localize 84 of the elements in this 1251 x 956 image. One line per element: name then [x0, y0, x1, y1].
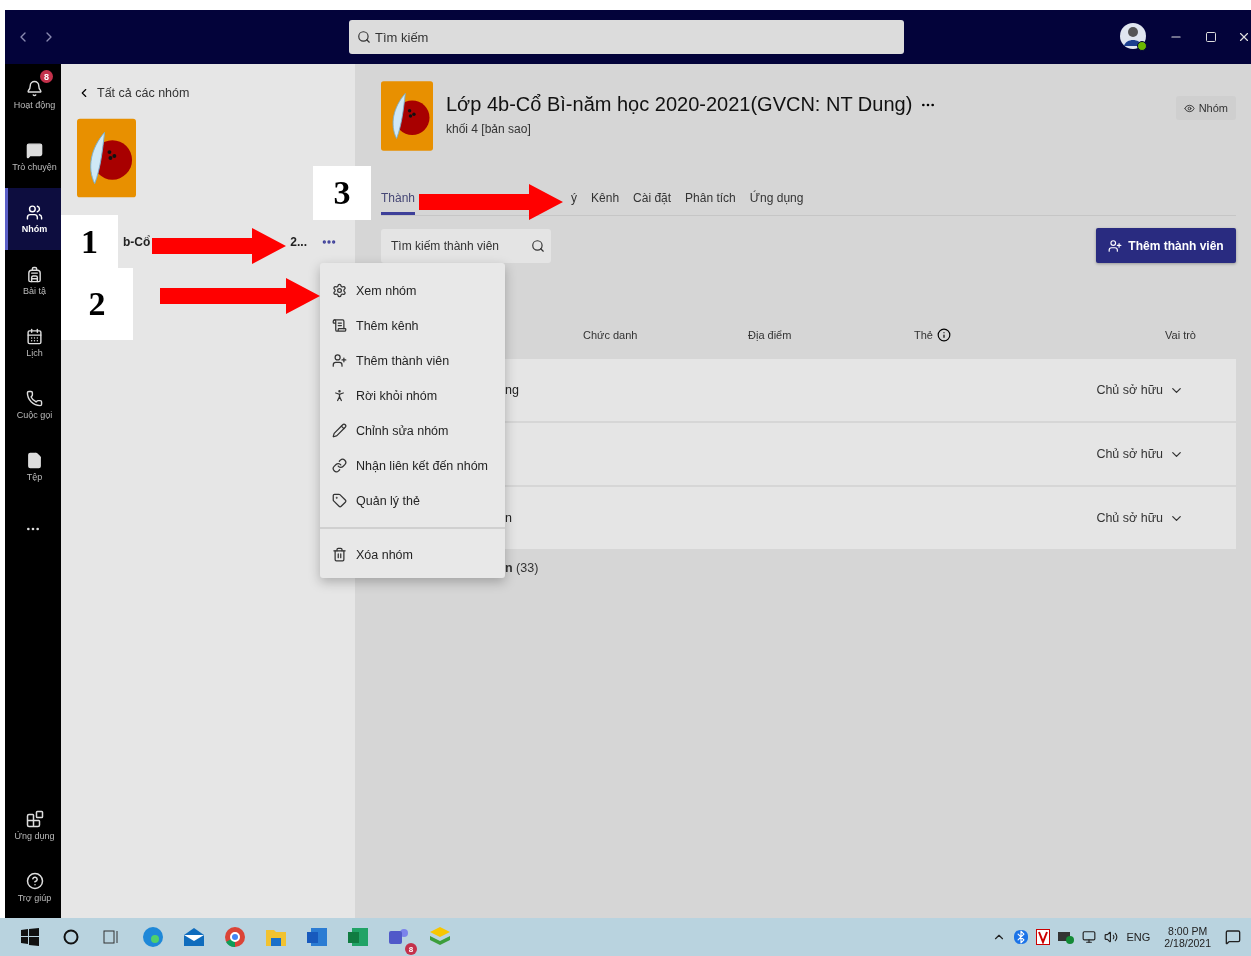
- member-name: ng: [505, 383, 519, 397]
- backpack-icon: [26, 266, 43, 283]
- link-icon: [332, 458, 347, 473]
- folder-icon[interactable]: [265, 927, 287, 947]
- phone-icon: [26, 390, 43, 407]
- privacy-label: Nhóm: [1198, 102, 1228, 114]
- tab[interactable]: Ứng dụng: [749, 191, 804, 215]
- role-dropdown[interactable]: Chủ sở hữu: [1096, 511, 1163, 525]
- notification-icon[interactable]: [1225, 929, 1241, 945]
- team-app-icon[interactable]: [388, 927, 410, 947]
- step-number: 1: [61, 215, 118, 268]
- menu-item[interactable]: Thêm thành viên: [320, 343, 505, 378]
- windows-icon[interactable]: [21, 928, 39, 946]
- menu-item[interactable]: Chỉnh sửa nhóm: [320, 413, 505, 448]
- team-title: Lớp 4b-Cổ Bì-năm học 2020-2021(GVCN: NT Dung): [446, 93, 913, 116]
- menu-item[interactable]: Xem nhóm: [320, 273, 505, 308]
- calendar-icon: [26, 328, 43, 345]
- notification-badge: 8: [40, 70, 53, 83]
- browser-icon[interactable]: [224, 926, 246, 948]
- member-name: n: [505, 511, 512, 525]
- team-picture-icon: [77, 118, 136, 198]
- avatar-icon[interactable]: [1119, 22, 1147, 52]
- maximize-icon[interactable]: [1205, 31, 1217, 43]
- spreadsheet-app-icon[interactable]: [347, 927, 369, 947]
- file-icon: [26, 452, 43, 469]
- menu-item[interactable]: Rời khỏi nhóm: [320, 378, 505, 413]
- section-label: n (33): [505, 561, 540, 575]
- close-icon[interactable]: [1237, 30, 1251, 44]
- chat-icon: [26, 142, 43, 159]
- people-icon: [26, 204, 43, 221]
- add-person-icon: [332, 353, 347, 368]
- column-header: Địa điểm: [748, 329, 792, 341]
- search-icon[interactable]: [63, 929, 79, 945]
- search-icon: [531, 238, 545, 253]
- pencil-icon: [332, 423, 347, 438]
- search-icon: [357, 30, 371, 44]
- column-header: Chức danh: [583, 329, 638, 341]
- bell-icon: [26, 80, 43, 97]
- tab[interactable]: Phân tích: [685, 191, 736, 215]
- trash-icon: [332, 547, 347, 562]
- step-number: 3: [313, 166, 371, 220]
- help-icon: [25, 871, 44, 890]
- add-person-icon: [1108, 238, 1123, 253]
- role-dropdown[interactable]: Chủ sở hữu: [1096, 383, 1163, 397]
- display-icon[interactable]: [1058, 930, 1075, 944]
- settings-icon: [332, 283, 347, 298]
- menu-item[interactable]: Nhận liên kết đến nhóm: [320, 448, 505, 483]
- person-icon: [332, 388, 347, 403]
- team-picture-icon: [381, 81, 433, 151]
- tag-icon: [332, 493, 347, 508]
- team-subtitle: khối 4 [bản sao]: [446, 122, 532, 136]
- team-name: b-Cổ: [123, 235, 151, 249]
- team-name: 2...: [290, 235, 307, 249]
- language-indicator[interactable]: ENG: [1126, 931, 1151, 943]
- network-icon[interactable]: [1082, 930, 1097, 944]
- notification-badge: 8: [405, 943, 417, 955]
- member-search-field[interactable]: Tìm kiếm thành viên: [381, 228, 551, 263]
- tab[interactable]: Cài đặt: [633, 191, 672, 215]
- back-link[interactable]: Tất cả các nhóm: [97, 86, 190, 100]
- role-dropdown[interactable]: Chủ sở hữu: [1096, 447, 1163, 461]
- rail-item[interactable]: Nhóm: [5, 188, 61, 250]
- tab[interactable]: Kênh: [591, 191, 620, 215]
- column-header: Vai trò: [1165, 329, 1196, 341]
- add-member-button[interactable]: Thêm thành viên: [1096, 228, 1236, 263]
- document-app-icon[interactable]: [306, 927, 328, 947]
- eye-icon: [1183, 102, 1195, 114]
- shield-app-icon[interactable]: [1036, 929, 1051, 945]
- document-icon: [332, 318, 347, 333]
- tab[interactable]: ý: [571, 191, 578, 215]
- volume-icon[interactable]: [1104, 930, 1119, 944]
- apps-icon: [25, 809, 44, 828]
- mail-icon[interactable]: [183, 927, 205, 947]
- clock-date[interactable]: 2/18/2021: [1164, 937, 1211, 949]
- task-view-icon[interactable]: [103, 929, 121, 945]
- search-field[interactable]: Tìm kiếm: [349, 20, 904, 54]
- clock-time[interactable]: 8:00 PM: [1168, 925, 1208, 937]
- step-number: 2: [61, 268, 133, 340]
- info-icon: [936, 328, 951, 342]
- tab[interactable]: Thành: [381, 191, 416, 215]
- menu-item[interactable]: Quản lý thẻ: [320, 483, 505, 518]
- column-header: Thẻ: [914, 329, 933, 341]
- menu-item[interactable]: Xóa nhóm: [320, 537, 505, 572]
- menu-item[interactable]: Thêm kênh: [320, 308, 505, 343]
- bluetooth-icon[interactable]: [1014, 930, 1029, 944]
